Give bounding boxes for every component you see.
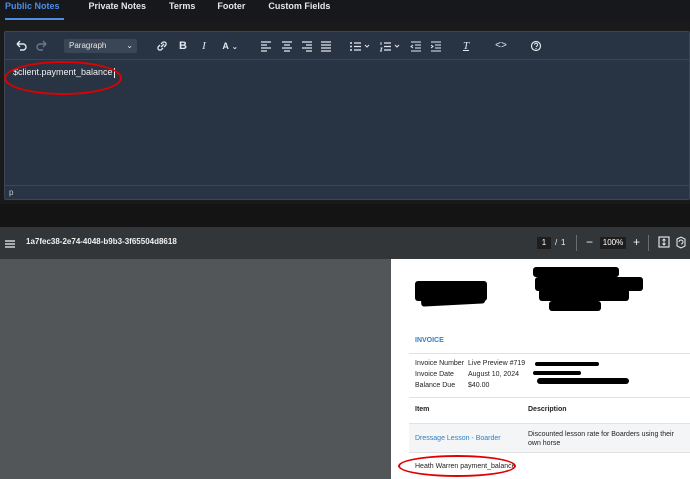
- field-label: Invoice Date: [415, 371, 454, 378]
- source-code-icon[interactable]: <>: [493, 37, 509, 55]
- zoom-in-icon[interactable]: +: [633, 235, 640, 250]
- divider: [648, 235, 649, 251]
- link-icon[interactable]: [155, 37, 169, 55]
- page-total: 1: [561, 238, 566, 247]
- editor-status-bar: p: [5, 185, 689, 199]
- menu-icon[interactable]: [4, 237, 16, 255]
- element-path[interactable]: p: [9, 188, 13, 197]
- column-header-item: Item: [415, 406, 430, 413]
- balance-due-row: Balance Due $40.00: [415, 381, 489, 391]
- fit-page-icon[interactable]: [658, 235, 670, 254]
- italic-icon[interactable]: I: [200, 37, 208, 55]
- chevron-down-icon: ⌄: [126, 41, 133, 50]
- table-row: Dressage Lesson - Boarder Discounted les…: [409, 423, 690, 453]
- outdent-icon[interactable]: [410, 37, 422, 55]
- tab-footer[interactable]: Footer: [204, 0, 254, 20]
- block-format-value: Paragraph: [69, 41, 107, 50]
- numbered-list-icon[interactable]: [379, 37, 403, 55]
- annotation-circle: [4, 61, 122, 95]
- tab-terms[interactable]: Terms: [155, 0, 204, 20]
- item-description: Discounted lesson rate for Boarders usin…: [528, 431, 674, 447]
- zoom-out-icon[interactable]: −: [586, 235, 593, 250]
- zoom-level-input[interactable]: 100%: [600, 237, 626, 249]
- align-center-icon[interactable]: [281, 37, 293, 55]
- editor-toolbar: Paragraph ⌄ B I A ⌄ T <>: [5, 32, 689, 60]
- rich-text-editor: Paragraph ⌄ B I A ⌄ T <> $client.payment…: [4, 31, 690, 200]
- page-number-input[interactable]: 1: [537, 237, 551, 249]
- redaction-mark: [539, 289, 629, 301]
- invoice-heading: INVOICE: [415, 337, 444, 344]
- divider: [409, 397, 690, 398]
- annotation-circle: [398, 455, 516, 477]
- redaction-mark: [533, 267, 619, 277]
- align-left-icon[interactable]: [260, 37, 272, 55]
- tab-custom-fields[interactable]: Custom Fields: [254, 0, 339, 20]
- block-format-select[interactable]: Paragraph ⌄: [64, 39, 137, 53]
- invoice-number-row: Invoice Number Live Preview #719: [415, 359, 525, 369]
- align-right-icon[interactable]: [301, 37, 313, 55]
- pdf-page: INVOICE Invoice Number Live Preview #719…: [391, 259, 690, 479]
- invoice-date-row: Invoice Date August 10, 2024: [415, 370, 519, 380]
- field-value: August 10, 2024: [468, 371, 519, 378]
- pdf-title: 1a7fec38-2e74-4048-b9b3-3f65504d8618: [26, 237, 177, 246]
- tab-public-notes[interactable]: Public Notes: [0, 0, 69, 20]
- rotate-icon[interactable]: [675, 235, 687, 254]
- redaction-mark: [549, 301, 601, 311]
- indent-icon[interactable]: [430, 37, 442, 55]
- page-separator: /: [555, 238, 558, 247]
- item-name[interactable]: Dressage Lesson - Boarder: [415, 435, 501, 442]
- tab-bar: Public Notes Private Notes Terms Footer …: [0, 0, 690, 20]
- divider: [576, 235, 577, 251]
- redo-icon[interactable]: [35, 37, 49, 55]
- clear-formatting-icon[interactable]: T: [460, 37, 472, 55]
- bold-icon[interactable]: B: [178, 37, 188, 55]
- redaction-mark: [533, 371, 581, 375]
- pdf-toolbar: 1a7fec38-2e74-4048-b9b3-3f65504d8618 1 /…: [0, 227, 690, 259]
- field-value: Live Preview #719: [468, 360, 526, 367]
- column-header-description: Description: [528, 406, 567, 413]
- redaction-mark: [420, 291, 486, 307]
- field-label: Balance Due: [415, 382, 456, 389]
- help-icon[interactable]: [530, 37, 542, 55]
- undo-icon[interactable]: [14, 37, 28, 55]
- field-label: Invoice Number: [415, 360, 465, 367]
- bullet-list-icon[interactable]: [349, 37, 373, 55]
- field-value: $40.00: [468, 382, 490, 389]
- redaction-mark: [537, 378, 629, 384]
- section-gap: [0, 204, 690, 227]
- text-color-icon[interactable]: A ⌄: [218, 37, 242, 55]
- divider: [409, 353, 690, 354]
- tab-private-notes[interactable]: Private Notes: [69, 0, 156, 20]
- redaction-mark: [535, 362, 599, 366]
- align-justify-icon[interactable]: [320, 37, 332, 55]
